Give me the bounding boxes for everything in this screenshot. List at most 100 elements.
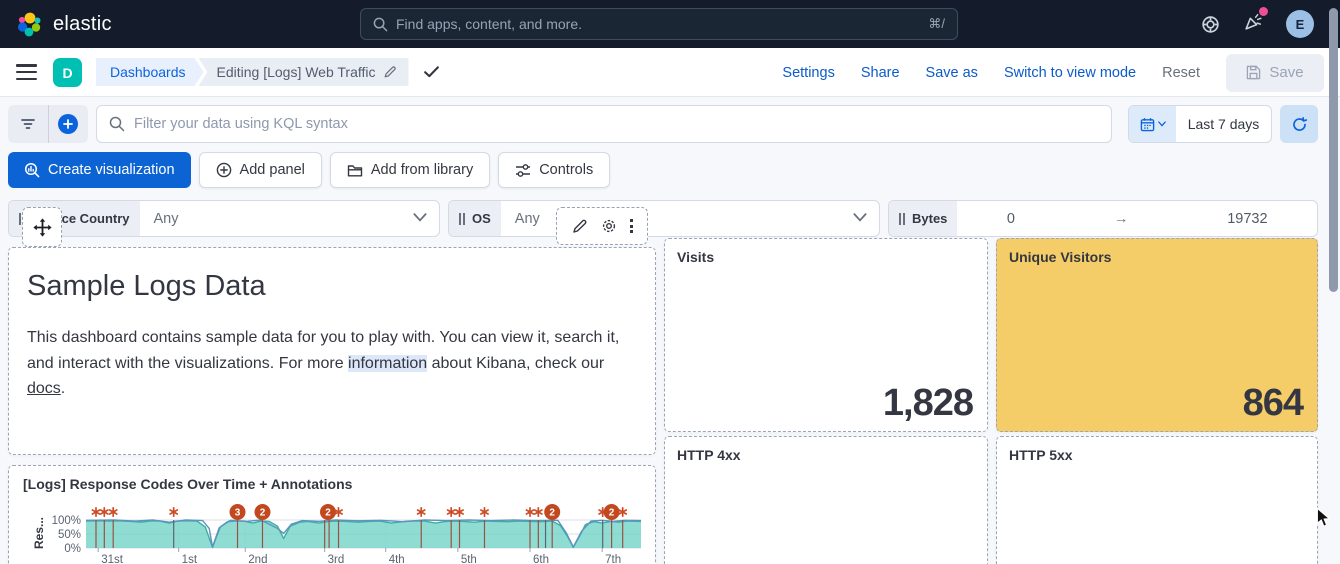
- scrollbar-thumb[interactable]: [1329, 8, 1338, 292]
- panel-drag-handle[interactable]: [22, 207, 62, 247]
- edit-pencil-icon[interactable]: [572, 218, 588, 234]
- reset-link[interactable]: Reset: [1162, 65, 1200, 81]
- refresh-button[interactable]: [1280, 105, 1318, 143]
- edit-toolbar: Create visualization Add panel Add from …: [8, 152, 611, 188]
- time-picker: Last 7 days: [1128, 105, 1272, 143]
- menu-icon[interactable]: [16, 64, 37, 80]
- global-header: elastic ⌘/ E: [0, 0, 1340, 48]
- calendar-icon: [1140, 117, 1154, 131]
- bytes-max-value[interactable]: 19732: [1227, 211, 1267, 227]
- add-panel-button[interactable]: Add panel: [198, 152, 322, 188]
- gear-icon[interactable]: [601, 218, 617, 234]
- chevron-down-icon[interactable]: [853, 213, 867, 222]
- control-bytes-text: Bytes: [912, 211, 948, 226]
- chevron-down-icon[interactable]: [413, 213, 427, 222]
- svg-text:2: 2: [549, 508, 555, 519]
- elastic-logo[interactable]: elastic: [16, 0, 112, 48]
- control-os-text: OS: [472, 211, 491, 226]
- svg-text:4th: 4th: [389, 554, 405, 564]
- help-icon[interactable]: [1200, 14, 1221, 35]
- controls-label: Controls: [539, 162, 594, 178]
- dashboard-top-nav: D Dashboards Editing [Logs] Web Traffic …: [0, 48, 1340, 97]
- control-source-country-value[interactable]: Any: [154, 211, 179, 227]
- kebab-menu-icon[interactable]: [629, 219, 633, 233]
- panel-visits[interactable]: Visits 1,828: [664, 238, 988, 432]
- save-button[interactable]: Save: [1226, 53, 1324, 92]
- panel-http-5xx[interactable]: HTTP 5xx: [996, 436, 1318, 564]
- response-codes-chart[interactable]: 100% 50% 0% 3 2 2 2 2 31st 1st 2nd 3rd 4th 5th 6th 7th: [49, 502, 649, 564]
- newsfeed-button[interactable]: [1243, 7, 1268, 37]
- svg-text:0%: 0%: [64, 543, 81, 555]
- breadcrumb-dashboards[interactable]: Dashboards: [96, 58, 204, 86]
- search-shortcut: ⌘/: [928, 16, 945, 31]
- panel-sample-logs-data[interactable]: Sample Logs Data This dashboard contains…: [8, 247, 656, 455]
- pencil-icon: [384, 66, 396, 78]
- docs-link[interactable]: docs: [27, 380, 61, 397]
- refresh-icon: [1292, 116, 1307, 131]
- svg-text:7th: 7th: [605, 554, 621, 564]
- control-os-value[interactable]: Any: [515, 211, 540, 227]
- control-os[interactable]: OS Any: [448, 200, 880, 237]
- control-bytes[interactable]: Bytes 0 → 19732: [888, 200, 1318, 237]
- markdown-text: about Kibana, check our: [427, 354, 605, 372]
- settings-link[interactable]: Settings: [782, 65, 834, 81]
- brand-name: elastic: [53, 12, 112, 35]
- svg-text:31st: 31st: [101, 554, 124, 564]
- svg-text:3rd: 3rd: [328, 554, 345, 564]
- breadcrumb-current-label: Editing [Logs] Web Traffic: [216, 64, 376, 80]
- user-avatar[interactable]: E: [1286, 10, 1314, 38]
- sliders-icon: [516, 163, 531, 177]
- save-button-label: Save: [1269, 64, 1304, 81]
- time-picker-calendar-button[interactable]: [1129, 106, 1176, 142]
- space-badge[interactable]: D: [53, 58, 82, 87]
- plus-circle-icon: [216, 162, 231, 178]
- svg-text:50%: 50%: [58, 529, 81, 541]
- control-source-country[interactable]: Source Country Any: [8, 200, 440, 237]
- kql-filter-bar[interactable]: [96, 105, 1112, 143]
- controls-button[interactable]: Controls: [498, 152, 611, 188]
- filter-icon: [20, 119, 35, 129]
- breadcrumb-current[interactable]: Editing [Logs] Web Traffic: [198, 58, 409, 86]
- elastic-logo-icon: [18, 12, 41, 36]
- switch-to-view-mode-link[interactable]: Switch to view mode: [1004, 65, 1136, 81]
- add-filter-button[interactable]: [47, 105, 89, 143]
- filter-menu-button[interactable]: [8, 105, 48, 143]
- global-search-input[interactable]: [396, 16, 921, 32]
- drag-handle-icon[interactable]: [899, 212, 905, 225]
- visits-metric-value: 1,828: [882, 382, 974, 424]
- kql-filter-input[interactable]: [134, 116, 1099, 132]
- control-os-label: OS: [449, 201, 501, 236]
- markdown-highlight: information: [348, 354, 428, 372]
- svg-text:2: 2: [260, 508, 266, 519]
- drag-handle-icon[interactable]: [459, 212, 465, 225]
- panel-response-codes-chart[interactable]: [Logs] Response Codes Over Time + Annota…: [8, 465, 656, 564]
- bytes-min-value[interactable]: 0: [1007, 211, 1015, 227]
- markdown-text: .: [60, 380, 66, 397]
- add-from-library-label: Add from library: [370, 162, 474, 178]
- chevron-down-icon: [1157, 121, 1166, 127]
- check-icon: [423, 66, 439, 78]
- unique-visitors-metric-value: 864: [1242, 382, 1304, 424]
- panel-title: HTTP 5xx: [1009, 447, 1073, 463]
- move-icon: [32, 217, 52, 237]
- search-icon: [373, 17, 388, 31]
- share-link[interactable]: Share: [861, 65, 900, 81]
- svg-text:2nd: 2nd: [248, 554, 267, 564]
- panel-hover-toolbar: [556, 207, 648, 245]
- time-range-value[interactable]: Last 7 days: [1176, 106, 1271, 142]
- panel-title: Visits: [677, 249, 715, 265]
- svg-text:100%: 100%: [52, 515, 81, 527]
- panel-unique-visitors[interactable]: Unique Visitors 864: [996, 238, 1318, 432]
- svg-text:2: 2: [325, 508, 331, 519]
- panel-http-4xx[interactable]: HTTP 4xx: [664, 436, 988, 564]
- markdown-body: This dashboard contains sample data for …: [27, 325, 637, 402]
- filter-controls: [8, 105, 88, 143]
- create-visualization-button[interactable]: Create visualization: [8, 152, 191, 188]
- save-as-link[interactable]: Save as: [926, 65, 978, 81]
- global-search[interactable]: ⌘/: [360, 8, 958, 40]
- mouse-cursor: [1316, 507, 1331, 528]
- panel-title: HTTP 4xx: [677, 447, 741, 463]
- chart-y-axis-label: Res...: [32, 517, 46, 550]
- save-icon: [1247, 65, 1261, 80]
- add-from-library-button[interactable]: Add from library: [329, 152, 491, 188]
